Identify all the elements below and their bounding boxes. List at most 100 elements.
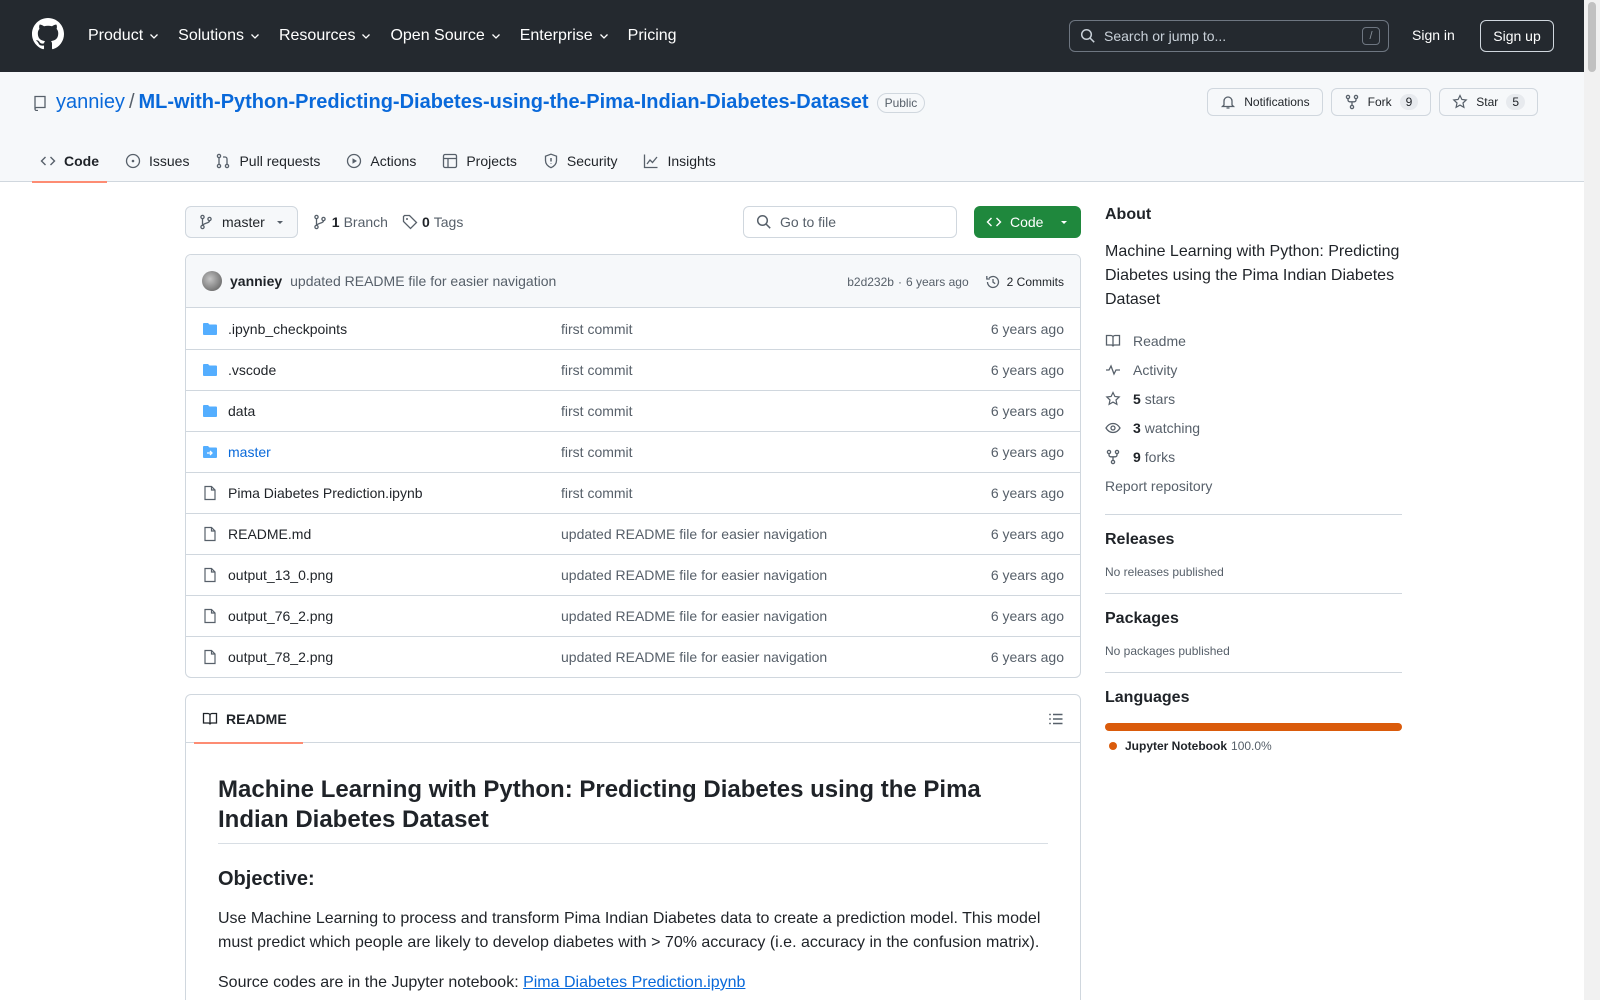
go-to-file-input[interactable]: Go to file	[743, 206, 957, 238]
activity-link-label: Activity	[1133, 361, 1178, 378]
file-commit-message-link[interactable]: first commit	[561, 485, 633, 501]
file-name-link[interactable]: master	[228, 444, 561, 460]
releases-heading[interactable]: Releases	[1105, 531, 1402, 549]
language-item[interactable]: Jupyter Notebook 100.0%	[1105, 739, 1402, 753]
readme-link[interactable]: Readme	[1105, 326, 1402, 355]
graph-icon	[644, 154, 658, 169]
repo-sidebar: About Machine Learning with Python: Pred…	[1105, 206, 1402, 753]
code-icon	[986, 217, 1002, 227]
tags-link[interactable]: 0 Tags	[402, 214, 463, 230]
scrollbar-thumb[interactable]	[1588, 2, 1596, 72]
search-input[interactable]: Search or jump to... /	[1069, 20, 1389, 52]
search-shortcut-key: /	[1362, 27, 1380, 45]
book-icon	[1105, 334, 1121, 347]
file-icon	[204, 649, 216, 665]
tab-pull-requests[interactable]: Pull requests	[207, 140, 328, 182]
file-commit-message-link[interactable]: first commit	[561, 444, 633, 460]
watching-label: watching	[1144, 419, 1201, 436]
file-name-link[interactable]: .ipynb_checkpoints	[228, 321, 561, 337]
file-name-link[interactable]: output_76_2.png	[228, 608, 561, 624]
file-commit-message-link[interactable]: updated README file for easier navigatio…	[561, 526, 827, 542]
nav-pricing[interactable]: Pricing	[628, 27, 677, 45]
file-name-link[interactable]: output_13_0.png	[228, 567, 561, 583]
notifications-button[interactable]: Notifications	[1207, 88, 1323, 116]
file-name-link[interactable]: .vscode	[228, 362, 561, 378]
branches-link[interactable]: 1 Branch	[312, 214, 388, 230]
commit-author-link[interactable]: yanniey	[230, 273, 282, 289]
tab-projects-label: Projects	[466, 153, 517, 169]
file-name-link[interactable]: data	[228, 403, 561, 419]
branch-icon	[200, 214, 212, 230]
file-icon	[204, 567, 216, 583]
repo-name-link[interactable]: ML-with-Python-Predicting-Diabetes-using…	[139, 91, 869, 114]
file-commit-message-link[interactable]: updated README file for easier navigatio…	[561, 567, 827, 583]
file-commit-message-link[interactable]: first commit	[561, 362, 633, 378]
table-row: .ipynb_checkpoints first commit 6 years ag…	[186, 308, 1080, 349]
readme-tab[interactable]: README	[194, 695, 303, 744]
tab-issues[interactable]: Issues	[117, 140, 197, 182]
page-scrollbar[interactable]	[1584, 0, 1600, 1000]
branch-count: 1	[331, 214, 340, 230]
fork-button[interactable]: Fork 9	[1330, 88, 1432, 116]
branch-select-button[interactable]: master	[185, 206, 298, 238]
forks-link[interactable]: 9 forks	[1105, 442, 1402, 471]
tab-code[interactable]: Code	[32, 140, 107, 183]
file-name-link[interactable]: README.md	[228, 526, 561, 542]
chevron-down-icon	[150, 34, 159, 39]
file-name-link[interactable]: output_78_2.png	[228, 649, 561, 665]
table-row: Pima Diabetes Prediction.ipynb first comm…	[186, 472, 1080, 513]
fork-icon	[1345, 94, 1358, 110]
watching-link[interactable]: 3 watching	[1105, 413, 1402, 442]
file-commit-message-link[interactable]: updated README file for easier navigatio…	[561, 608, 827, 624]
readme-panel: README Machine Learning with Python: Pre…	[185, 694, 1081, 1000]
search-icon	[756, 214, 771, 229]
nav-enterprise-label: Enterprise	[519, 27, 593, 44]
code-button[interactable]: Code	[974, 206, 1081, 238]
packages-heading[interactable]: Packages	[1105, 610, 1402, 628]
nav-product[interactable]: Product	[88, 27, 160, 45]
play-icon	[347, 153, 362, 169]
nav-resources[interactable]: Resources	[279, 27, 372, 45]
file-commit-message-link[interactable]: first commit	[561, 403, 633, 419]
language-percent: 100.0%	[1231, 739, 1272, 753]
file-name-link[interactable]: Pima Diabetes Prediction.ipynb	[228, 485, 561, 501]
tab-projects[interactable]: Projects	[434, 140, 525, 182]
about-links: Readme Activity 5 stars 3 watching 9 for…	[1105, 326, 1402, 500]
nav-solutions[interactable]: Solutions	[178, 27, 261, 45]
github-logo-icon[interactable]	[32, 18, 64, 50]
global-header: Product Solutions Resources Open Source …	[0, 0, 1584, 72]
activity-link[interactable]: Activity	[1105, 355, 1402, 384]
caret-down-icon	[276, 221, 283, 224]
forks-count: 9	[1133, 448, 1141, 465]
notifications-label: Notifications	[1244, 95, 1310, 109]
table-row: .vscode first commit 6 years ago	[186, 349, 1080, 390]
report-repository-link[interactable]: Report repository	[1105, 471, 1402, 500]
about-description: Machine Learning with Python: Predicting…	[1105, 243, 1400, 308]
star-count: 5	[1506, 94, 1525, 110]
objective-heading: Objective:	[218, 868, 315, 890]
repo-owner-link[interactable]: yanniey	[56, 91, 125, 114]
go-to-file-placeholder: Go to file	[780, 214, 837, 230]
avatar[interactable]	[202, 271, 222, 291]
file-commit-message-link[interactable]: first commit	[561, 321, 633, 337]
stars-label: stars	[1144, 390, 1176, 407]
stars-link[interactable]: 5 stars	[1105, 384, 1402, 413]
commit-message-link[interactable]: updated README file for easier navigatio…	[290, 273, 556, 289]
list-unordered-icon[interactable]	[1048, 711, 1064, 727]
nav-enterprise[interactable]: Enterprise	[520, 27, 610, 45]
tab-actions[interactable]: Actions	[338, 140, 424, 182]
file-commit-message-link[interactable]: updated README file for easier navigatio…	[561, 649, 827, 665]
nav-open-source[interactable]: Open Source	[390, 27, 501, 45]
star-icon	[1452, 94, 1468, 109]
sign-in-link[interactable]: Sign in	[1412, 27, 1455, 43]
tab-security[interactable]: Security	[535, 140, 626, 182]
commits-history-link[interactable]: 2 Commits	[985, 274, 1064, 290]
folder-icon	[203, 364, 217, 376]
releases-text: No releases published	[1105, 565, 1224, 579]
notebook-link[interactable]: Pima Diabetes Prediction.ipynb	[523, 974, 745, 991]
star-button[interactable]: Star 5	[1439, 88, 1538, 116]
tab-insights[interactable]: Insights	[635, 140, 723, 182]
file-commit-date: 6 years ago	[990, 608, 1064, 624]
commit-hash-link[interactable]: b2d232b	[847, 275, 894, 289]
sign-up-button[interactable]: Sign up	[1480, 20, 1554, 52]
